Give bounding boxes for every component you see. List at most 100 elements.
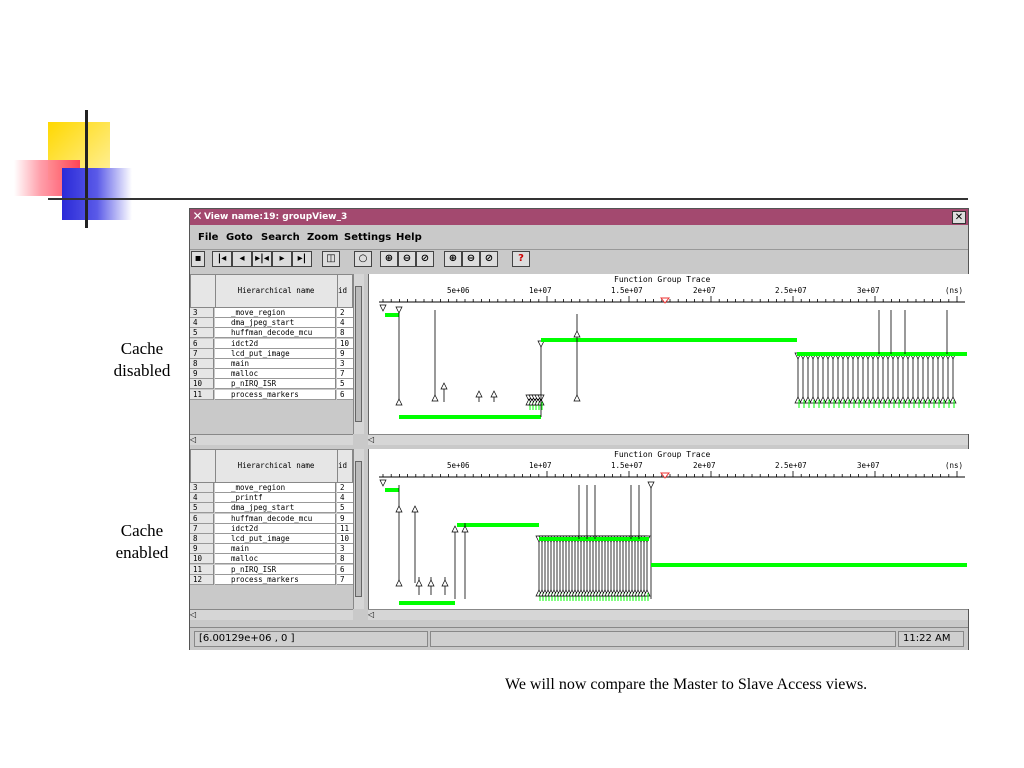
pane-cache-enabled: Hierarchical name id 3 _move_region 2 4 _pri… xyxy=(190,449,969,621)
trace-event-marker xyxy=(573,330,581,338)
function-id: 7 xyxy=(337,574,353,585)
vertical-scrollbar[interactable] xyxy=(353,274,364,434)
axis-tick-label: 1e+07 xyxy=(529,461,552,470)
prev-icon[interactable]: ◂ xyxy=(232,251,252,267)
menu-zoom[interactable]: Zoom xyxy=(307,232,338,243)
row-number: 6 xyxy=(190,338,214,349)
zoom-range-icon[interactable]: ⊘ xyxy=(416,251,434,267)
table-row[interactable]: 8 main 3 xyxy=(190,358,353,369)
table-row[interactable]: 7 idct2d 11 xyxy=(190,523,353,534)
zoom-y-in-icon[interactable]: ⊕ xyxy=(444,251,462,267)
center-icon[interactable]: ▸|◂ xyxy=(252,251,272,267)
label-cache-disabled: Cache disabled xyxy=(102,338,182,382)
table-row[interactable]: 4 _printf 4 xyxy=(190,493,353,504)
zoom-fit-icon[interactable]: ○ xyxy=(354,251,372,267)
zoom-out-icon[interactable]: ⊖ xyxy=(398,251,416,267)
trace-horizontal-scrollbar[interactable]: ◁ xyxy=(368,434,968,445)
row-number: 5 xyxy=(190,503,214,514)
axis-tick-label: 1e+07 xyxy=(529,286,552,295)
function-name: p_nIRQ_ISR xyxy=(215,379,336,390)
table-header: Hierarchical name id xyxy=(190,449,353,483)
function-group-trace[interactable]: Function Group Trace 5e+06 1e+07 1.5e+07 2e+… xyxy=(368,449,969,609)
table-row[interactable]: 3 _move_region 2 xyxy=(190,308,353,318)
menu-settings[interactable]: Settings xyxy=(344,232,391,243)
help-icon[interactable]: ? xyxy=(512,251,530,267)
next-icon[interactable]: ▸ xyxy=(272,251,292,267)
table-row[interactable]: 10 malloc 8 xyxy=(190,554,353,565)
row-number: 6 xyxy=(190,513,214,524)
zoom-y-range-icon[interactable]: ⊘ xyxy=(480,251,498,267)
zoom-y-out-icon[interactable]: ⊖ xyxy=(462,251,480,267)
menu-search[interactable]: Search xyxy=(261,232,300,243)
function-id: 6 xyxy=(337,389,353,400)
trace-event-marker xyxy=(431,394,439,402)
axis-unit: (ns) xyxy=(945,286,963,295)
function-id: 5 xyxy=(337,379,353,390)
function-id: 7 xyxy=(337,369,353,380)
header-name-column[interactable]: Hierarchical name xyxy=(215,450,338,482)
header-number-column xyxy=(191,450,216,482)
table-row[interactable]: 5 huffman_decode_mcu 8 xyxy=(190,328,353,339)
header-name-column[interactable]: Hierarchical name xyxy=(215,275,338,307)
function-name: huffman_decode_mcu xyxy=(215,328,336,339)
function-id: 11 xyxy=(337,523,353,534)
row-number: 10 xyxy=(190,554,214,565)
axis-tick-label: 5e+06 xyxy=(447,286,470,295)
table-row[interactable]: 9 main 3 xyxy=(190,544,353,555)
table-row[interactable]: 3 _move_region 2 xyxy=(190,483,353,493)
last-icon[interactable]: ▸| xyxy=(292,251,312,267)
find-icon[interactable]: ◫ xyxy=(322,251,340,267)
function-name: idct2d xyxy=(215,523,336,534)
function-list: 3 _move_region 2 4 dma_jpeg_start 4 5 huffman_d… xyxy=(190,308,353,400)
function-id: 4 xyxy=(337,493,353,504)
function-id: 10 xyxy=(337,533,353,544)
axis-tick-label: 2.5e+07 xyxy=(775,286,807,295)
zoom-in-icon[interactable]: ⊕ xyxy=(380,251,398,267)
header-id-column[interactable]: id xyxy=(338,450,352,482)
table-row[interactable]: 12 process_markers 7 xyxy=(190,574,353,585)
table-row[interactable]: 4 dma_jpeg_start 4 xyxy=(190,318,353,329)
header-id-column[interactable]: id xyxy=(338,275,352,307)
function-id: 2 xyxy=(337,483,353,493)
close-button[interactable]: ✕ xyxy=(952,211,966,224)
function-id: 3 xyxy=(337,358,353,369)
axis-tick-label: 3e+07 xyxy=(857,286,880,295)
trace-horizontal-scrollbar[interactable]: ◁ xyxy=(368,609,968,620)
table-row[interactable]: 8 lcd_put_image 10 xyxy=(190,533,353,544)
table-row[interactable]: 9 malloc 7 xyxy=(190,369,353,380)
table-horizontal-scrollbar[interactable]: ◁ xyxy=(190,434,353,445)
vertical-scrollbar[interactable] xyxy=(353,449,364,609)
table-row[interactable]: 11 process_markers 6 xyxy=(190,389,353,400)
table-row[interactable]: 11 p_nIRQ_ISR 6 xyxy=(190,564,353,575)
function-name: _move_region xyxy=(215,308,336,318)
function-list: 3 _move_region 2 4 _printf 4 5 dma_jpeg_start 5 6… xyxy=(190,483,353,585)
row-number: 11 xyxy=(190,389,214,400)
save-icon[interactable]: ▪ xyxy=(191,251,205,267)
row-number: 10 xyxy=(190,379,214,390)
function-name: idct2d xyxy=(215,338,336,349)
function-name: _move_region xyxy=(215,483,336,493)
trace-event-marker xyxy=(647,481,655,489)
menu-file[interactable]: File xyxy=(198,232,218,243)
row-number: 3 xyxy=(190,483,214,493)
table-horizontal-scrollbar[interactable]: ◁ xyxy=(190,609,353,620)
trace-event-marker xyxy=(411,505,419,513)
function-name: main xyxy=(215,544,336,555)
function-group-trace[interactable]: Function Group Trace 5e+06 1e+07 1.5e+07 2e+… xyxy=(368,274,969,434)
row-number: 8 xyxy=(190,533,214,544)
trace-viewer-window: ✕ View name:19: groupView_3 ✕ File Goto … xyxy=(189,208,969,650)
first-icon[interactable]: |◂ xyxy=(212,251,232,267)
menu-help[interactable]: Help xyxy=(396,232,422,243)
row-number: 9 xyxy=(190,544,214,555)
table-row[interactable]: 6 idct2d 10 xyxy=(190,338,353,349)
table-row[interactable]: 5 dma_jpeg_start 5 xyxy=(190,503,353,514)
menu-goto[interactable]: Goto xyxy=(226,232,253,243)
function-id: 8 xyxy=(337,328,353,339)
row-number: 7 xyxy=(190,523,214,534)
table-row[interactable]: 7 lcd_put_image 9 xyxy=(190,348,353,359)
table-row[interactable]: 10 p_nIRQ_ISR 5 xyxy=(190,379,353,390)
function-name: malloc xyxy=(215,369,336,380)
table-row[interactable]: 6 huffman_decode_mcu 9 xyxy=(190,513,353,524)
slide-caption: We will now compare the Master to Slave … xyxy=(505,676,868,693)
title-bar[interactable]: ✕ View name:19: groupView_3 ✕ xyxy=(190,209,968,225)
